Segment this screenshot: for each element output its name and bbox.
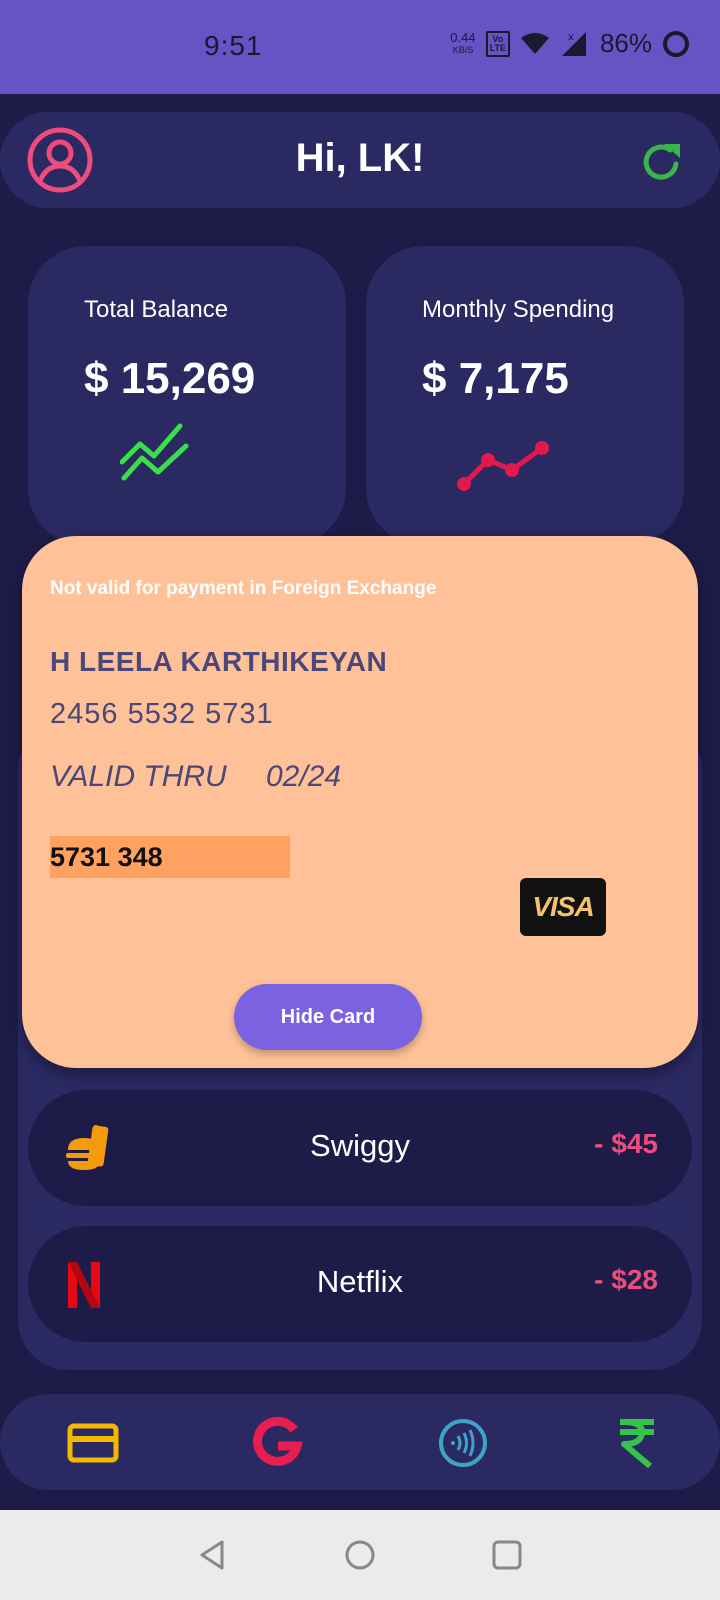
monthly-spending-label: Monthly Spending: [422, 296, 615, 323]
wifi-icon: [520, 32, 549, 54]
transaction-amount: - $45: [594, 1128, 658, 1159]
card-holder-name: H LEELA KARTHIKEYAN: [50, 646, 388, 677]
back-icon[interactable]: [196, 1538, 230, 1572]
network-speed-value: 0.44: [450, 29, 476, 45]
volte-icon: Vo LTE: [485, 30, 510, 57]
svg-text:x: x: [568, 32, 574, 43]
credit-card-icon[interactable]: [66, 1416, 120, 1470]
transaction-row[interactable]: Swiggy - $45: [28, 1090, 692, 1206]
total-balance-label: Total Balance: [84, 296, 229, 323]
battery-icon: [663, 30, 689, 57]
valid-thru-date: 02/24: [266, 760, 342, 793]
cvv-strip: 5731 348: [50, 836, 290, 878]
home-icon[interactable]: [343, 1538, 377, 1572]
transaction-name: Swiggy: [310, 1128, 410, 1163]
volte-line2: LTE: [489, 42, 506, 53]
rupee-icon[interactable]: [610, 1416, 664, 1470]
battery-percent: 86%: [599, 28, 652, 58]
card-number: 2456 5532 5731: [50, 698, 274, 730]
network-speed: 0.44 KB/S: [450, 29, 476, 56]
greeting-title: Hi, LK!: [295, 136, 425, 180]
contactless-icon[interactable]: [436, 1416, 490, 1470]
bottom-nav: [0, 1394, 720, 1490]
monthly-spending-value: $ 7,175: [422, 354, 569, 403]
cvv-strip-text: 5731 348: [50, 842, 163, 872]
google-icon[interactable]: [250, 1416, 304, 1470]
monthly-spending-card: Monthly Spending $ 7,175: [366, 246, 684, 546]
status-bar: 9:51 0.44 KB/S Vo LTE x 86%: [0, 0, 720, 94]
status-icons: 0.44 KB/S Vo LTE x 86%: [450, 28, 690, 59]
recents-icon[interactable]: [490, 1538, 524, 1572]
trend-line-icon: [457, 441, 549, 491]
credit-card: Not valid for payment in Foreign Exchang…: [22, 536, 698, 1068]
refresh-icon[interactable]: [638, 138, 686, 186]
card-notice: Not valid for payment in Foreign Exchang…: [50, 578, 437, 599]
total-balance-value: $ 15,269: [84, 354, 256, 403]
trend-zigzag-icon: [120, 423, 189, 481]
network-speed-unit: KB/S: [452, 44, 474, 55]
cell-signal-icon: x: [561, 31, 586, 56]
transaction-name: Netflix: [316, 1264, 404, 1299]
status-time: 9:51: [204, 30, 263, 61]
total-balance-card: Total Balance $ 15,269: [28, 246, 346, 546]
transaction-row[interactable]: Netflix - $28: [28, 1226, 692, 1342]
header-bar: Hi, LK!: [0, 112, 720, 208]
hide-card-button[interactable]: Hide Card: [234, 984, 422, 1050]
transaction-amount: - $28: [594, 1264, 658, 1295]
valid-thru-label: VALID THRU: [50, 760, 227, 793]
system-navigation-bar: [0, 1510, 720, 1600]
visa-logo: VISA: [520, 878, 606, 936]
